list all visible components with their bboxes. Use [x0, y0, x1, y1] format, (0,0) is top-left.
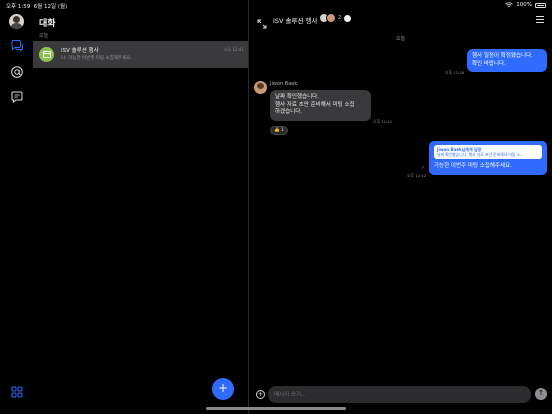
conversation-name: ISV 솔루션 행사: [61, 48, 99, 54]
member-count: 2: [338, 15, 342, 21]
at-mention-icon[interactable]: [10, 64, 24, 78]
date-separator: 오늘: [395, 36, 406, 42]
message-input[interactable]: [268, 386, 531, 403]
avatar: [326, 13, 336, 23]
sender-avatar[interactable]: [254, 81, 267, 94]
menu-icon[interactable]: [536, 16, 544, 23]
conversation-time: 오후 12:41: [223, 47, 244, 52]
icon-rail: [0, 10, 33, 414]
status-time: 오후 1:59 6월 12일 (월): [6, 4, 68, 10]
message-line: 행사 일정이 확정됐습니다.: [472, 53, 533, 59]
attach-plus-button[interactable]: +: [256, 390, 265, 399]
battery-icon: [535, 2, 546, 8]
my-avatar[interactable]: [9, 14, 24, 29]
message-bubble-mine[interactable]: 행사 일정이 확정됐습니다. 확인 바랍니다.: [467, 49, 547, 72]
message-time: 오후 12:42: [407, 173, 427, 178]
status-indicators: 100%: [505, 2, 546, 8]
member-avatars[interactable]: [319, 13, 336, 23]
battery-percent: 100%: [516, 2, 532, 8]
message-bubble-reply[interactable]: Jiwon Baek님에게 답장 날짜 확인했습니다. 행사 자료 초안 준비해…: [429, 141, 547, 175]
list-title: 대화: [39, 19, 56, 29]
chat-header: ISV 솔루션 행사 2: [249, 10, 552, 30]
send-button[interactable]: ↑: [535, 388, 547, 400]
message-time: 오후 12:41: [373, 119, 393, 124]
message-line: 하겠습니다.: [275, 109, 303, 115]
grid-apps-icon[interactable]: [10, 384, 24, 398]
chat-pane: ISV 솔루션 행사 2 오늘 행사 일정이 확정됐습니다. 확인 바랍니다. …: [249, 10, 552, 414]
message-time: 오후 12:38: [445, 70, 465, 75]
read-check-icon: ✓: [421, 165, 426, 171]
message-line: 행사 자료 초안 준비해서 미팅 소집: [275, 101, 355, 108]
calendar-icon: [42, 51, 51, 58]
conversation-preview: 나: 가능한 이번주 미팅 소집해주세요.: [61, 56, 132, 61]
chat-title[interactable]: ISV 솔루션 행사: [273, 15, 318, 25]
reaction-thumbs-up[interactable]: 👍 1: [270, 126, 288, 135]
composer: + ↑: [249, 386, 552, 406]
message-text: 가능한 이번주 미팅 소집해주세요.: [434, 163, 512, 169]
section-label-today: 오늘: [39, 33, 49, 39]
chat-bubbles-icon[interactable]: [10, 38, 24, 52]
wifi-icon: [505, 2, 513, 7]
message-line: 확인 바랍니다.: [472, 60, 506, 67]
reply-quote[interactable]: Jiwon Baek님에게 답장 날짜 확인했습니다. 행사 자료 초안 준비해…: [434, 145, 542, 159]
reply-quote-body: 날짜 확인했습니다. 행사 자료 초안 준비해서 미팅 소…: [437, 152, 524, 157]
expand-icon[interactable]: [257, 14, 267, 29]
status-bar: 오후 1:59 6월 12일 (월) 100%: [0, 0, 552, 10]
message-bubble-theirs[interactable]: 날짜 확인했습니다. 행사 자료 초안 준비해서 미팅 소집 하겠습니다.: [270, 90, 371, 121]
message-line: 날짜 확인했습니다.: [275, 94, 319, 100]
message-square-icon[interactable]: [10, 89, 24, 104]
group-avatar: [39, 47, 54, 62]
sender-name: Jiwon Baek: [270, 81, 298, 87]
new-chat-button[interactable]: +: [212, 378, 234, 400]
info-icon[interactable]: [344, 15, 351, 22]
home-indicator[interactable]: [206, 407, 346, 410]
conversation-list-pane: 대화 오늘 ISV 솔루션 행사 나: 가능한 이번주 미팅 소집해주세요. 오…: [33, 10, 248, 414]
conversation-row[interactable]: ISV 솔루션 행사 나: 가능한 이번주 미팅 소집해주세요. 오후 12:4…: [33, 41, 248, 68]
